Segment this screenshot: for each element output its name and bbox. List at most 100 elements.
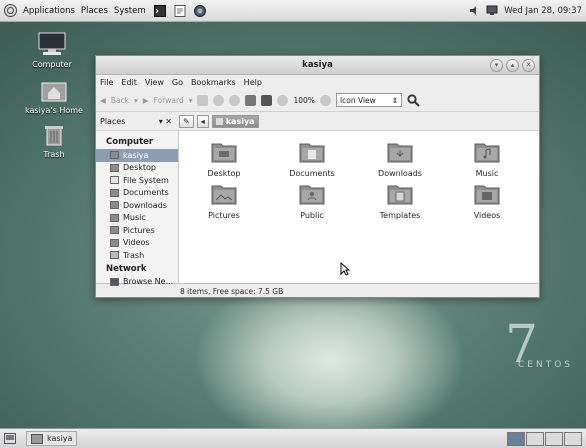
web-browser-launcher-icon[interactable]	[193, 4, 206, 17]
sidebar-item-desktop[interactable]: Desktop	[96, 162, 178, 175]
close-button[interactable]: ✕	[522, 59, 535, 72]
places-header: Places ▾ ✕	[96, 117, 176, 126]
sidebar-item-downloads[interactable]: Downloads	[96, 199, 178, 212]
sidebar-item-file-system[interactable]: File System	[96, 174, 178, 187]
minimize-button[interactable]: ▾	[490, 59, 503, 72]
home-icon	[215, 117, 223, 125]
workspace-1[interactable]	[507, 431, 525, 446]
search-icon[interactable]	[407, 93, 420, 107]
folder-item-templates[interactable]: Templates	[360, 183, 440, 220]
terminal-launcher-icon[interactable]	[153, 4, 166, 17]
sidebar-item-music[interactable]: Music	[96, 212, 178, 225]
folder-item-public[interactable]: Public	[272, 183, 352, 220]
folder-icon	[110, 201, 119, 210]
folder-item-desktop[interactable]: Desktop	[184, 141, 264, 178]
file-icon-view[interactable]: Desktop Documents Downloads Music Pictur…	[179, 131, 539, 283]
sidebar-item-label: File System	[123, 175, 169, 185]
menu-view[interactable]: View	[145, 78, 164, 87]
folder-icon	[110, 213, 119, 222]
window-titlebar[interactable]: kasiya ▾ ▴ ✕	[96, 56, 539, 75]
workspace-4[interactable]	[564, 431, 582, 446]
window-controls: ▾ ▴ ✕	[490, 59, 535, 72]
zoom-out-icon[interactable]	[277, 94, 289, 106]
view-mode-value: Icon View	[339, 95, 376, 105]
forward-button[interactable]: Forward	[154, 96, 184, 105]
distro-logo-icon[interactable]	[4, 4, 17, 17]
show-desktop-icon[interactable]	[4, 433, 16, 444]
folder-item-documents[interactable]: Documents	[272, 141, 352, 178]
clock[interactable]: Wed Jan 28, 09:37	[504, 6, 582, 16]
desktop-icon-home[interactable]: kasiya's Home	[24, 80, 84, 115]
trash-icon	[110, 251, 119, 260]
menu-go[interactable]: Go	[172, 78, 183, 87]
documents-folder-icon	[299, 143, 325, 163]
places-menu[interactable]: Places	[81, 6, 108, 16]
home-icon[interactable]	[245, 94, 257, 106]
music-folder-icon	[474, 143, 500, 163]
panel-right: Wed Jan 28, 09:37	[469, 5, 582, 16]
home-folder-icon	[110, 151, 119, 160]
folder-item-music[interactable]: Music	[447, 141, 527, 178]
desktop-icon-trash[interactable]: Trash	[24, 124, 84, 159]
path-back-arrow-button[interactable]: ◂	[196, 114, 209, 128]
system-menu[interactable]: System	[114, 6, 146, 16]
menu-file[interactable]: File	[100, 78, 113, 87]
back-dropdown-icon[interactable]: ▾	[134, 96, 138, 105]
zoom-in-icon[interactable]	[319, 94, 331, 106]
folder-item-pictures[interactable]: Pictures	[184, 183, 264, 220]
places-dropdown-icon[interactable]: ▾	[159, 117, 163, 126]
toggle-location-entry-button[interactable]: ✎	[179, 114, 194, 128]
home-folder-icon	[41, 82, 67, 102]
sidebar-item-label: Music	[123, 213, 146, 223]
up-icon[interactable]	[197, 94, 209, 106]
places-sidebar: Computer kasiya Desktop File System Docu…	[96, 131, 179, 286]
close-sidebar-icon[interactable]: ✕	[165, 117, 172, 126]
centos-logo-word: CENTOS	[518, 360, 573, 370]
sidebar-item-label: Videos	[123, 238, 150, 248]
folder-label: Videos	[473, 211, 501, 220]
computer-icon[interactable]	[261, 94, 273, 106]
menu-help[interactable]: Help	[244, 78, 262, 87]
applications-menu[interactable]: Applications	[23, 6, 75, 16]
sidebar-item-label: kasiya	[123, 150, 149, 160]
sidebar-item-label: Documents	[123, 188, 169, 198]
sidebar-item-browse-network[interactable]: Browse Ne...	[96, 276, 178, 289]
forward-dropdown-icon[interactable]: ▾	[189, 96, 193, 105]
sidebar-item-label: Trash	[123, 250, 145, 260]
mouse-pointer-icon	[340, 262, 350, 276]
chevron-updown-icon: ⇕	[391, 95, 398, 105]
sidebar-item-videos[interactable]: Videos	[96, 237, 178, 250]
text-editor-launcher-icon[interactable]	[174, 4, 186, 17]
folder-item-videos[interactable]: Videos	[447, 183, 527, 220]
stop-icon[interactable]	[213, 94, 225, 106]
trash-icon	[45, 126, 63, 146]
back-button[interactable]: Back	[111, 96, 129, 105]
path-button-current[interactable]: kasiya	[211, 114, 259, 128]
sidebar-header-network: Network	[106, 263, 147, 274]
menu-bookmarks[interactable]: Bookmarks	[191, 78, 236, 87]
computer-icon	[38, 32, 66, 55]
taskbar-window-button[interactable]: kasiya	[26, 431, 78, 446]
desktop-icon-computer[interactable]: Computer	[22, 32, 82, 69]
menu-edit[interactable]: Edit	[121, 78, 137, 87]
maximize-button[interactable]: ▴	[506, 59, 519, 72]
volume-icon[interactable]	[469, 5, 480, 16]
sidebar-item-kasiya[interactable]: kasiya	[96, 149, 178, 162]
downloads-folder-icon	[387, 143, 413, 163]
workspace-3[interactable]	[545, 431, 563, 446]
sidebar-item-pictures[interactable]: Pictures	[96, 224, 178, 237]
sidebar-item-label: Browse Ne...	[123, 277, 174, 287]
places-label[interactable]: Places	[100, 117, 125, 126]
folder-label: Music	[475, 169, 499, 178]
workspace-2[interactable]	[526, 431, 544, 446]
sidebar-item-documents[interactable]: Documents	[96, 187, 178, 200]
bottom-panel: kasiya	[0, 428, 586, 448]
desktop-folder-icon	[211, 143, 237, 163]
folder-item-downloads[interactable]: Downloads	[360, 141, 440, 178]
sidebar-item-trash[interactable]: Trash	[96, 249, 178, 262]
network-icon[interactable]	[486, 5, 498, 16]
view-mode-select[interactable]: Icon View ⇕	[335, 93, 402, 107]
edit-icon: ✎	[183, 116, 190, 126]
reload-icon[interactable]	[229, 94, 241, 106]
workspace-switcher	[507, 431, 582, 446]
